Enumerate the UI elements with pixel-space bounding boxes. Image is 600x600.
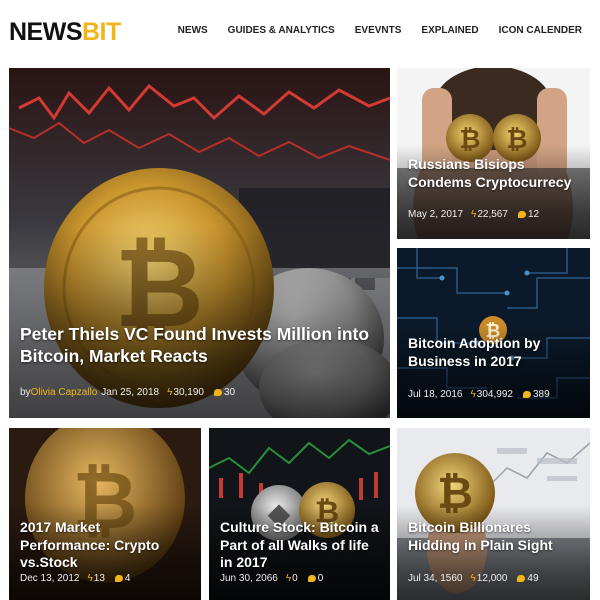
- article-title[interactable]: Bitcoin Billionares Hidding in Plain Sig…: [408, 519, 582, 554]
- article-title[interactable]: Bitcoin Adoption by Business in 2017: [408, 335, 582, 370]
- article-card[interactable]: ₿ 2017 Market Performance: Crypto vs.Sto…: [9, 428, 201, 600]
- article-meta: by Olivia Capzallo Jan 25, 2018 ϟ 30,190…: [20, 387, 235, 398]
- article-date: Jun 30, 2066: [220, 573, 278, 584]
- article-card[interactable]: ₿ ₿ Russians Bisiops Condems Cryptocurre…: [397, 68, 590, 239]
- logo-part-news: NEWS: [9, 18, 83, 46]
- article-date: Dec 13, 2012: [20, 573, 80, 584]
- view-count: 22,567: [477, 209, 508, 220]
- flash-icon: ϟ: [470, 389, 476, 400]
- flash-icon: ϟ: [285, 573, 292, 584]
- article-date: Jul 18, 2016: [408, 389, 463, 400]
- article-title[interactable]: Russians Bisiops Condems Cryptocurrecy: [408, 156, 582, 191]
- article-date: May 2, 2017: [408, 209, 464, 220]
- view-count: 304,992: [476, 389, 513, 400]
- comment-count[interactable]: 389: [533, 389, 550, 400]
- article-meta: Dec 13, 2012 ϟ 13 4: [20, 573, 130, 584]
- nav-news[interactable]: NEWS: [178, 25, 208, 37]
- article-card[interactable]: ◆ ₿ Culture Stock: Bitcoin a Part of all…: [209, 428, 390, 600]
- flash-icon: ϟ: [167, 387, 173, 398]
- view-count: 12,000: [476, 573, 508, 584]
- view-count: 30,190: [173, 387, 204, 398]
- view-count: 0: [292, 573, 298, 584]
- comment-bubble-icon: [114, 575, 123, 582]
- article-meta: May 2, 2017 ϟ 22,567 12: [408, 209, 539, 220]
- nav-explained[interactable]: EXPLAINED: [421, 25, 478, 37]
- article-meta: Jun 30, 2066 ϟ 0 0: [220, 573, 323, 584]
- author-link[interactable]: Olivia Capzallo: [31, 387, 98, 398]
- comment-count[interactable]: 0: [318, 573, 324, 584]
- main-nav: NEWS GUIDES & ANALYTICS EVEVNTS EXPLAINE…: [158, 25, 582, 37]
- by-label: by: [20, 387, 31, 398]
- comment-bubble-icon: [213, 389, 222, 396]
- site-header: NEWSBIT NEWS GUIDES & ANALYTICS EVEVNTS …: [0, 0, 600, 62]
- comment-count[interactable]: 30: [224, 387, 235, 398]
- article-title[interactable]: Peter Thiels VC Found Invests Million in…: [20, 324, 382, 368]
- article-card[interactable]: ₿ Bitcoin Adoption by Business in 2017 J…: [397, 248, 590, 418]
- comment-bubble-icon: [517, 575, 526, 582]
- article-date: Jan 25, 2018: [101, 387, 160, 398]
- comment-bubble-icon: [517, 211, 526, 218]
- article-title[interactable]: 2017 Market Performance: Crypto vs.Stock: [20, 519, 193, 572]
- comment-count[interactable]: 4: [125, 573, 131, 584]
- flash-icon: ϟ: [471, 209, 477, 220]
- site-logo[interactable]: NEWSBIT: [9, 18, 121, 46]
- logo-part-bit: BIT: [82, 18, 121, 46]
- flash-icon: ϟ: [470, 573, 476, 584]
- comment-bubble-icon: [522, 391, 531, 398]
- comment-bubble-icon: [307, 575, 316, 582]
- comment-count[interactable]: 12: [528, 209, 539, 220]
- nav-events[interactable]: EVEVNTS: [355, 25, 402, 37]
- view-count: 13: [93, 573, 105, 584]
- article-meta: Jul 34, 1560 ϟ 12,000 49: [408, 573, 539, 584]
- article-meta: Jul 18, 2016 ϟ 304,992 389: [408, 389, 550, 400]
- nav-guides-analytics[interactable]: GUIDES & ANALYTICS: [228, 25, 335, 37]
- article-card[interactable]: ₿ Bitcoin Billionares Hidding in Plain S…: [397, 428, 590, 600]
- article-date: Jul 34, 1560: [408, 573, 463, 584]
- flash-icon: ϟ: [87, 573, 93, 584]
- featured-article-card[interactable]: ₿ Peter Thiels VC Found Invests Million …: [9, 68, 390, 418]
- nav-icon-calendar[interactable]: ICON CALENDER: [499, 25, 582, 37]
- article-title[interactable]: Culture Stock: Bitcoin a Part of all Wal…: [220, 519, 382, 572]
- comment-count[interactable]: 49: [527, 573, 538, 584]
